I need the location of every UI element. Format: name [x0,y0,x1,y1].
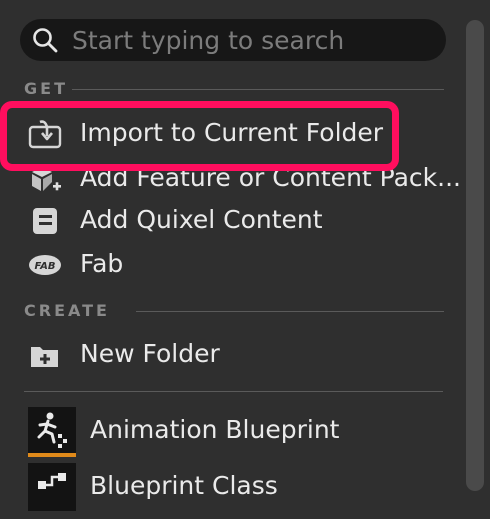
menu-item-add-feature-pack[interactable]: Add Feature or Content Pack... [20,159,461,199]
asset-type-bar [28,453,76,457]
menu-item-add-quixel[interactable]: Add Quixel Content [20,201,450,241]
feature-pack-icon [32,167,61,191]
section-header-create: CREATE [24,301,444,321]
menu-item-label: New Folder [80,339,220,368]
search-input[interactable] [72,19,432,61]
asset-item-animation-blueprint[interactable]: Animation Blueprint [20,407,450,463]
animation-blueprint-icon [37,412,67,448]
quixel-icon [33,208,57,234]
new-folder-icon [31,347,58,367]
search-box[interactable] [20,19,446,61]
menu-item-import[interactable]: Import to Current Folder [20,114,450,154]
section-label-create: CREATE [24,301,110,320]
assets-divider [24,391,443,392]
menu-item-label: Fab [80,249,124,278]
section-label-get: GET [24,79,68,98]
import-icon [28,120,62,149]
fab-icon: FAB [29,255,61,275]
menu-item-label: Add Quixel Content [80,205,323,234]
asset-label: Animation Blueprint [90,415,340,444]
menu-item-label: Import to Current Folder [80,118,384,147]
section-header-get: GET [24,79,444,99]
menu-item-new-folder[interactable]: New Folder [20,335,450,375]
menu-item-fab[interactable]: FAB Fab [20,245,450,285]
add-content-menu: GET Import to Current Folder Add Feature… [0,0,490,511]
section-divider [136,311,444,312]
section-divider [72,89,444,90]
asset-item-blueprint-class[interactable]: Blueprint Class [20,463,450,519]
vertical-scrollbar[interactable] [466,20,484,491]
blueprint-class-icon [38,473,66,489]
svg-text:FAB: FAB [35,261,56,272]
asset-label: Blueprint Class [90,471,278,500]
menu-item-label: Add Feature or Content Pack... [80,163,461,192]
asset-thumbnail [28,463,76,511]
asset-thumbnail [28,407,76,455]
search-icon [33,28,58,53]
